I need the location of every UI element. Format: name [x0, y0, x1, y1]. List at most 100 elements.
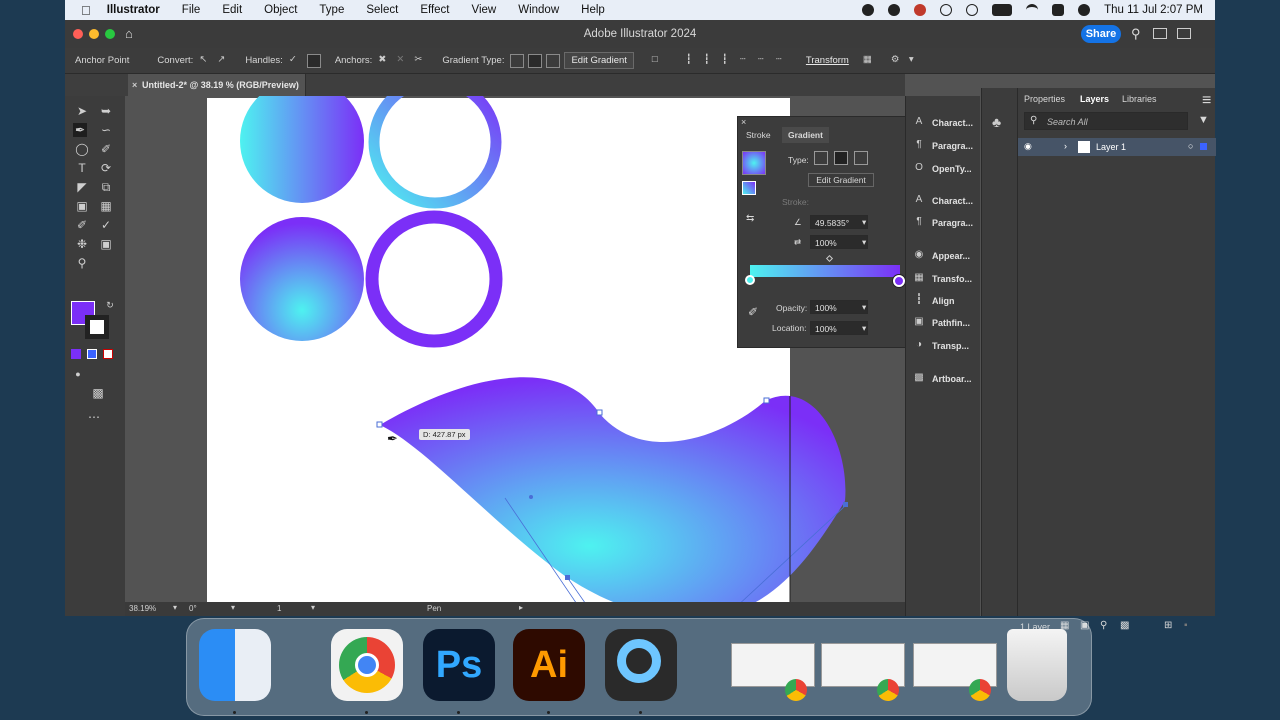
tab-layers[interactable]: Layers — [1080, 94, 1109, 104]
symbol-sprayer-tool-icon[interactable]: ❉ — [75, 237, 89, 251]
artboard-dropdown-icon[interactable]: ▾ — [311, 603, 315, 612]
linear-gradient-icon[interactable] — [510, 53, 525, 68]
close-panel-icon[interactable]: × — [741, 117, 746, 127]
angle-input[interactable]: 49.5835° — [810, 215, 868, 229]
align-middle-icon[interactable]: ┄ — [758, 54, 772, 68]
create-sublayer-icon[interactable]: ▩ — [1120, 620, 1129, 631]
zoom-dropdown-icon[interactable]: ▾ — [173, 603, 177, 612]
filter-icon[interactable]: ▼ — [1198, 114, 1209, 126]
color-mode-icon[interactable] — [71, 349, 81, 359]
eyedropper-tool-icon[interactable]: ✐ — [75, 218, 89, 232]
photoshop-icon[interactable]: Ps — [423, 629, 495, 701]
tab-libraries[interactable]: Libraries — [1122, 94, 1157, 104]
document-tab[interactable]: × Untitled-2* @ 38.19 % (RGB/Preview) — [128, 74, 306, 96]
align-center-icon[interactable]: ┇ — [704, 54, 718, 68]
search-icon[interactable]: ⚲ — [1131, 26, 1141, 42]
radial-type-button[interactable] — [834, 151, 848, 165]
stroke-swatch[interactable] — [85, 315, 109, 339]
align-icon[interactable]: ┇ — [912, 294, 926, 308]
dock-character-styles[interactable]: Charact... — [932, 196, 973, 206]
menu-app-name[interactable]: Illustrator — [107, 4, 160, 16]
quicktime-icon[interactable] — [605, 629, 677, 701]
anchor-point[interactable] — [376, 421, 383, 428]
dock-pathfinder[interactable]: Pathfin... — [932, 318, 970, 328]
tab-gradient[interactable]: Gradient — [782, 127, 829, 143]
paragraph-styles-icon[interactable]: ¶ — [912, 216, 926, 230]
none-mode-icon[interactable] — [103, 349, 113, 359]
align-to-icon[interactable]: □ — [652, 54, 666, 68]
panel-toggle-icon[interactable] — [1177, 28, 1191, 39]
radial-gradient-icon[interactable] — [528, 53, 543, 68]
appearance-icon[interactable]: ◉ — [912, 249, 926, 263]
opacity-dropdown-icon[interactable]: ▾ — [862, 302, 866, 313]
selection-indicator-icon[interactable] — [1200, 143, 1207, 150]
curvature-tool-icon[interactable]: ∽ — [99, 123, 113, 137]
puppet-warp-icon[interactable]: ⚙ — [891, 54, 905, 68]
play-icon[interactable] — [940, 4, 953, 16]
gradient-tool-icon[interactable]: ▣ — [75, 199, 89, 213]
timer-icon[interactable] — [966, 4, 979, 16]
gradient-preview-swatch[interactable] — [742, 151, 766, 175]
apple-icon[interactable]:  — [81, 3, 91, 18]
gradient-mode-icon[interactable] — [87, 349, 97, 359]
align-top-icon[interactable]: ┄ — [740, 54, 754, 68]
align-left-icon[interactable]: ┇ — [686, 54, 700, 68]
zoom-tool-icon[interactable]: ⚲ — [75, 256, 89, 270]
aspect-dropdown-icon[interactable]: ▾ — [862, 237, 866, 248]
character-styles-icon[interactable]: A — [912, 194, 926, 208]
dock-character[interactable]: Charact... — [932, 118, 973, 128]
dock-artboards[interactable]: Artboar... — [932, 374, 972, 384]
creative-cloud-icon[interactable] — [914, 4, 927, 16]
menu-effect[interactable]: Effect — [420, 4, 449, 16]
layers-menu-icon[interactable]: ≡ — [1202, 92, 1211, 110]
paragraph-icon[interactable]: ¶ — [912, 139, 926, 153]
linear-gradient-circle[interactable] — [240, 96, 364, 203]
record-icon[interactable] — [862, 4, 875, 16]
grammarly-icon[interactable] — [888, 4, 901, 16]
menu-edit[interactable]: Edit — [222, 4, 242, 16]
mesh-tool-icon[interactable]: ▦ — [99, 199, 113, 213]
dock-transform[interactable]: Transfo... — [932, 274, 972, 284]
menu-clock[interactable]: Thu 11 Jul 2:07 PM — [1104, 4, 1203, 16]
draw-mode-icon[interactable]: ● — [71, 367, 85, 381]
freeform-type-button[interactable] — [854, 151, 868, 165]
illustrator-icon[interactable]: Ai — [513, 629, 585, 701]
battery-icon[interactable] — [992, 4, 1013, 16]
direct-selection-tool-icon[interactable]: ➥ — [99, 104, 113, 118]
angle-dropdown-icon[interactable]: ▾ — [862, 217, 866, 228]
menu-type[interactable]: Type — [319, 4, 344, 16]
rotation-value[interactable]: 0° — [189, 604, 197, 613]
tab-properties[interactable]: Properties — [1024, 94, 1065, 104]
target-icon[interactable]: ○ — [1188, 141, 1193, 151]
menu-help[interactable]: Help — [581, 4, 605, 16]
freeform-gradient-icon[interactable] — [546, 53, 561, 68]
gradient-blob-shape[interactable] — [380, 377, 846, 602]
location-input[interactable]: 100% — [810, 321, 868, 335]
anchor-point[interactable] — [565, 575, 570, 580]
anchor-point[interactable] — [763, 397, 770, 404]
more-tools-icon[interactable]: ⋯ — [87, 410, 101, 424]
convert-smooth-icon[interactable]: ↗ — [217, 54, 231, 68]
location-dropdown-icon[interactable]: ▾ — [862, 323, 866, 334]
midpoint-marker[interactable] — [825, 254, 834, 263]
transform-icon[interactable]: ▦ — [912, 272, 926, 286]
tab-stroke[interactable]: Stroke — [740, 127, 777, 143]
convert-corner-icon[interactable]: ↖ — [199, 54, 213, 68]
menu-window[interactable]: Window — [518, 4, 559, 16]
dock-transparency[interactable]: Transp... — [932, 341, 969, 351]
pathfinder-icon[interactable]: ▣ — [912, 316, 926, 330]
swap-fill-stroke-icon[interactable]: ↻ — [103, 298, 117, 312]
dock-align[interactable]: Align — [932, 296, 955, 306]
expand-layer-icon[interactable]: › — [1064, 141, 1067, 151]
user-icon[interactable] — [1078, 4, 1091, 16]
show-handles-icon[interactable]: ✓ — [289, 54, 303, 68]
dock-appearance[interactable]: Appear... — [932, 251, 970, 261]
scale-tool-icon[interactable]: ⧉ — [99, 180, 113, 194]
layer-row[interactable]: ◉ › Layer 1 ○ — [1018, 138, 1216, 156]
new-layer-icon[interactable]: ⊞ — [1164, 620, 1172, 631]
transparency-icon[interactable]: ◑ — [912, 339, 926, 353]
control-center-icon[interactable] — [1052, 4, 1065, 16]
menu-file[interactable]: File — [182, 4, 201, 16]
linear-type-button[interactable] — [814, 151, 828, 165]
delete-layer-icon[interactable]: ▪ — [1184, 620, 1188, 631]
